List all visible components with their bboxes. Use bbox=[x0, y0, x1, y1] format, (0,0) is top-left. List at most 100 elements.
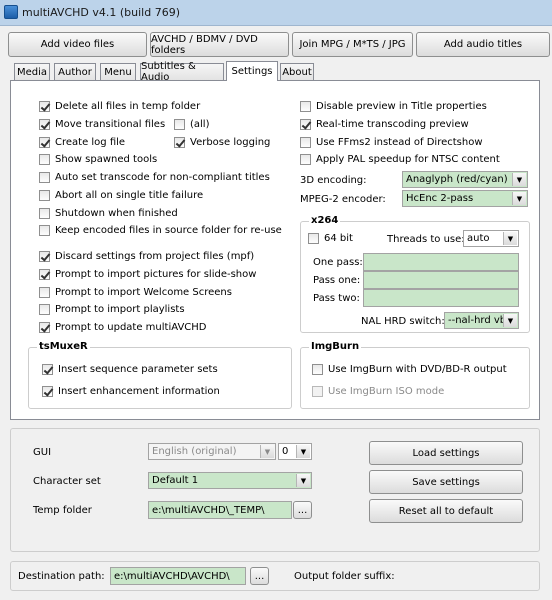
option-create-log[interactable]: Create log file bbox=[39, 137, 125, 148]
avchd-folders-button[interactable]: AVCHD / BDMV / DVD folders bbox=[150, 32, 289, 57]
checkbox[interactable] bbox=[39, 251, 50, 262]
option-label: Keep encoded files in source folder for … bbox=[55, 225, 282, 236]
chevron-down-icon[interactable]: ▼ bbox=[296, 445, 310, 458]
option-pal-speedup[interactable]: Apply PAL speedup for NTSC content bbox=[300, 154, 500, 165]
option-abort-on-failure[interactable]: Abort all on single title failure bbox=[39, 190, 203, 201]
reset-all-button[interactable]: Reset all to default bbox=[369, 499, 523, 523]
option-use-imgburn[interactable]: Use ImgBurn with DVD/BD-R output bbox=[312, 364, 507, 375]
chevron-down-icon[interactable]: ▼ bbox=[260, 445, 274, 458]
gui-label: GUI bbox=[33, 447, 52, 458]
checkbox[interactable] bbox=[39, 269, 50, 280]
option-keep-encoded[interactable]: Keep encoded files in source folder for … bbox=[39, 225, 282, 236]
option-imgburn-iso[interactable]: Use ImgBurn ISO mode bbox=[312, 386, 444, 397]
tab-settings[interactable]: Settings bbox=[226, 61, 278, 81]
select-value: 0 bbox=[282, 446, 289, 457]
checkbox[interactable] bbox=[39, 137, 50, 148]
option-insert-sei[interactable]: Insert enhancement information bbox=[42, 386, 220, 397]
option-delete-temp[interactable]: Delete all files in temp folder bbox=[39, 101, 200, 112]
tab-author[interactable]: Author bbox=[54, 63, 96, 80]
option-auto-transcode[interactable]: Auto set transcode for non-compliant tit… bbox=[39, 172, 270, 183]
option-discard-settings[interactable]: Discard settings from project files (mpf… bbox=[39, 251, 254, 262]
option-label: Use FFms2 instead of Directshow bbox=[316, 137, 483, 148]
temp-folder-input[interactable]: e:\multiAVCHD\_TEMP\ bbox=[148, 501, 292, 519]
title-bar: multiAVCHD v4.1 (build 769) bbox=[0, 0, 552, 26]
option-use-ffms2[interactable]: Use FFms2 instead of Directshow bbox=[300, 137, 483, 148]
option-label: Disable preview in Title properties bbox=[316, 101, 487, 112]
checkbox[interactable] bbox=[39, 322, 50, 333]
option-disable-preview[interactable]: Disable preview in Title properties bbox=[300, 101, 487, 112]
x264-group-title: x264 bbox=[309, 215, 341, 226]
option-realtime-preview[interactable]: Real-time transcoding preview bbox=[300, 119, 469, 130]
pass-one-input[interactable] bbox=[363, 271, 519, 289]
pass-two-input[interactable] bbox=[363, 289, 519, 307]
load-settings-button[interactable]: Load settings bbox=[369, 441, 523, 465]
chevron-down-icon[interactable]: ▼ bbox=[512, 192, 526, 205]
checkbox[interactable] bbox=[39, 208, 50, 219]
threads-select[interactable]: auto ▼ bbox=[463, 230, 519, 247]
destination-label: Destination path: bbox=[18, 571, 105, 582]
chevron-down-icon[interactable]: ▼ bbox=[503, 314, 517, 327]
checkbox[interactable] bbox=[300, 119, 311, 130]
destination-input[interactable]: e:\multiAVCHD\AVCHD\ bbox=[110, 567, 246, 585]
chevron-down-icon[interactable]: ▼ bbox=[503, 232, 517, 245]
option-prompt-welcome[interactable]: Prompt to import Welcome Screens bbox=[39, 287, 232, 298]
x264-group: x264 64 bit Threads to use: auto ▼ One pa… bbox=[300, 215, 530, 333]
checkbox[interactable] bbox=[300, 137, 311, 148]
tab-about[interactable]: About bbox=[280, 63, 314, 80]
temp-folder-browse-button[interactable]: ... bbox=[293, 501, 312, 519]
checkbox[interactable] bbox=[312, 364, 323, 375]
option-64bit[interactable]: 64 bit bbox=[308, 233, 353, 244]
option-verbose-logging[interactable]: Verbose logging bbox=[174, 137, 270, 148]
checkbox[interactable] bbox=[42, 386, 53, 397]
option-shutdown[interactable]: Shutdown when finished bbox=[39, 208, 178, 219]
checkbox[interactable] bbox=[39, 304, 50, 315]
checkbox[interactable] bbox=[39, 119, 50, 130]
option-label: Show spawned tools bbox=[55, 154, 158, 165]
one-pass-label: One pass: bbox=[313, 257, 363, 268]
gui-sub-select[interactable]: 0 ▼ bbox=[278, 443, 312, 460]
chevron-down-icon[interactable]: ▼ bbox=[296, 474, 310, 487]
tab-media[interactable]: Media bbox=[14, 63, 50, 80]
nal-hrd-select[interactable]: --nal-hrd vbr ▼ bbox=[444, 312, 519, 329]
checkbox[interactable] bbox=[300, 101, 311, 112]
checkbox[interactable] bbox=[312, 386, 323, 397]
tab-menu[interactable]: Menu bbox=[100, 63, 136, 80]
charset-label: Character set bbox=[33, 476, 101, 487]
option-move-transitional[interactable]: Move transitional files bbox=[39, 119, 165, 130]
checkbox[interactable] bbox=[39, 101, 50, 112]
checkbox[interactable] bbox=[39, 154, 50, 165]
checkbox[interactable] bbox=[174, 137, 185, 148]
option-label: Prompt to import Welcome Screens bbox=[55, 287, 232, 298]
one-pass-input[interactable] bbox=[363, 253, 519, 271]
settings-panel: Delete all files in temp folder Move tra… bbox=[10, 80, 540, 420]
add-audio-titles-button[interactable]: Add audio titles bbox=[416, 32, 550, 57]
checkbox[interactable] bbox=[39, 172, 50, 183]
destination-browse-button[interactable]: ... bbox=[250, 567, 269, 585]
encoding-3d-select[interactable]: Anaglyph (red/cyan) ▼ bbox=[402, 171, 528, 188]
mpeg2-encoder-select[interactable]: HcEnc 2-pass ▼ bbox=[402, 190, 528, 207]
checkbox[interactable] bbox=[308, 233, 319, 244]
checkbox[interactable] bbox=[174, 119, 185, 130]
option-show-spawned[interactable]: Show spawned tools bbox=[39, 154, 157, 165]
checkbox[interactable] bbox=[39, 225, 50, 236]
option-prompt-playlists[interactable]: Prompt to import playlists bbox=[39, 304, 185, 315]
checkbox[interactable] bbox=[42, 364, 53, 375]
option-prompt-pictures[interactable]: Prompt to import pictures for slide-show bbox=[39, 269, 256, 280]
option-insert-sps[interactable]: Insert sequence parameter sets bbox=[42, 364, 218, 375]
charset-select[interactable]: Default 1 ▼ bbox=[148, 472, 312, 489]
checkbox[interactable] bbox=[39, 190, 50, 201]
option-all[interactable]: (all) bbox=[174, 119, 210, 130]
option-prompt-update[interactable]: Prompt to update multiAVCHD bbox=[39, 322, 206, 333]
threads-label: Threads to use: bbox=[387, 234, 465, 245]
tsmuxer-group-title: tsMuxeR bbox=[37, 341, 90, 352]
tsmuxer-group: tsMuxeR Insert sequence parameter sets I… bbox=[28, 341, 292, 409]
save-settings-button[interactable]: Save settings bbox=[369, 470, 523, 494]
imgburn-group: ImgBurn Use ImgBurn with DVD/BD-R output… bbox=[300, 341, 530, 409]
chevron-down-icon[interactable]: ▼ bbox=[512, 173, 526, 186]
tab-subtitles-audio[interactable]: Subtitles & Audio bbox=[140, 61, 224, 83]
checkbox[interactable] bbox=[300, 154, 311, 165]
join-files-button[interactable]: Join MPG / M*TS / JPG bbox=[292, 32, 413, 57]
add-video-files-button[interactable]: Add video files bbox=[8, 32, 147, 57]
gui-language-select[interactable]: English (original) ▼ bbox=[148, 443, 276, 460]
checkbox[interactable] bbox=[39, 287, 50, 298]
